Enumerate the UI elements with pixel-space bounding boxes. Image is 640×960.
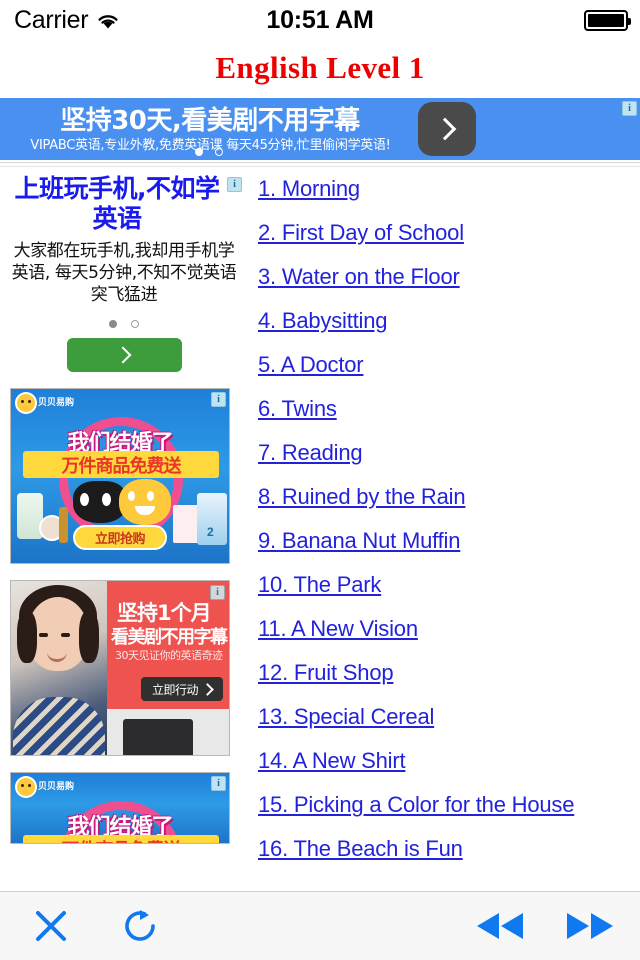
hair-right bbox=[79, 611, 99, 663]
ad-ribbon: 万件商品免费送 bbox=[23, 451, 219, 478]
desk-area bbox=[107, 709, 229, 755]
banner-dots bbox=[0, 148, 418, 156]
lion-mascot-icon bbox=[17, 778, 35, 796]
ad-line-2: 万件商品免费送 bbox=[61, 455, 182, 477]
laptop bbox=[123, 719, 193, 755]
lesson-link-14[interactable]: 14. A New Shirt bbox=[258, 748, 640, 774]
lesson-link-5[interactable]: 5. A Doctor bbox=[258, 352, 640, 378]
product-lipstick bbox=[59, 507, 68, 543]
sidebar-text-ad[interactable]: 上班玩手机,不如学英语 大家都在玩手机,我却用手机学英语, 每天5分钟,不知不觉… bbox=[8, 174, 242, 372]
sidebar-ad-column: 上班玩手机,不如学英语 大家都在玩手机,我却用手机学英语, 每天5分钟,不知不觉… bbox=[0, 168, 248, 844]
adchoices-icon[interactable]: i bbox=[227, 177, 242, 192]
eyes bbox=[39, 633, 48, 637]
text-ad-body: 大家都在玩手机,我却用手机学英语, 每天5分钟,不知不觉英语突飞猛进 bbox=[11, 241, 237, 305]
product-formula-can bbox=[197, 493, 227, 545]
main-content: 上班玩手机,不如学英语 大家都在玩手机,我却用手机学英语, 每天5分钟,不知不觉… bbox=[0, 168, 640, 890]
status-bar-right bbox=[584, 0, 631, 40]
close-icon bbox=[36, 911, 66, 941]
text-ad-dot-1[interactable] bbox=[109, 320, 117, 328]
rewind-icon bbox=[477, 913, 523, 939]
brand-logo: 贝贝易购 bbox=[17, 394, 74, 412]
text-ad-headline: 上班玩手机,不如学英语 bbox=[14, 174, 221, 233]
chevron-right-icon bbox=[201, 682, 214, 696]
chevron-right-icon bbox=[114, 346, 131, 364]
sidebar-image-ad-wedding-clipped[interactable]: 贝贝易购 我们结婚了 万件商品免费送 i bbox=[10, 772, 230, 844]
text-ad-cta-button[interactable] bbox=[66, 338, 182, 372]
ad-cta-label: 立即行动 bbox=[151, 682, 199, 697]
adchoices-icon[interactable]: i bbox=[622, 101, 637, 116]
lesson-link-9[interactable]: 9. Banana Nut Muffin bbox=[258, 528, 640, 554]
lesson-list: 1. Morning 2. First Day of School 3. Wat… bbox=[258, 168, 640, 880]
text-ad-dot-2[interactable] bbox=[131, 320, 139, 328]
banner-dot-2[interactable] bbox=[215, 148, 223, 156]
lesson-link-8[interactable]: 8. Ruined by the Rain bbox=[258, 484, 640, 510]
page-title: English Level 1 bbox=[215, 50, 425, 85]
adchoices-icon[interactable]: i bbox=[210, 585, 225, 600]
lesson-link-11[interactable]: 11. A New Vision bbox=[258, 616, 640, 642]
product-box bbox=[173, 505, 199, 543]
status-bar: Carrier 10:51 AM bbox=[0, 0, 640, 40]
lesson-link-10[interactable]: 10. The Park bbox=[258, 572, 640, 598]
ad-line-2: 看美剧不用字幕 bbox=[111, 627, 228, 648]
banner-dot-1[interactable] bbox=[195, 148, 203, 156]
ad-line-2: 万件商品免费送 bbox=[62, 836, 182, 844]
text-ad-dots bbox=[8, 320, 240, 328]
close-button[interactable] bbox=[14, 892, 88, 960]
chevron-right-icon bbox=[433, 117, 457, 141]
battery-full-icon bbox=[584, 9, 631, 31]
clock-label: 10:51 AM bbox=[266, 5, 374, 34]
bottom-toolbar bbox=[0, 891, 640, 960]
lesson-link-7[interactable]: 7. Reading bbox=[258, 440, 640, 466]
banner-headline: 坚持30天,看美剧不用字幕 bbox=[60, 106, 360, 136]
brand-name: 贝贝易购 bbox=[38, 781, 75, 792]
ad-cta-button[interactable]: 立即行动 bbox=[141, 677, 223, 701]
banner-cta-button[interactable] bbox=[418, 102, 476, 156]
top-banner-ad[interactable]: 坚持30天,看美剧不用字幕 VIPABC英语,专业外教,免费英语课 每天45分钟… bbox=[0, 98, 640, 160]
rewind-button[interactable] bbox=[460, 892, 540, 960]
hair-left bbox=[17, 611, 37, 663]
red-panel: 坚持1个月 看美剧不用字幕 30天见证你的英语奇迹 立即行动 bbox=[107, 581, 229, 709]
lesson-link-13[interactable]: 13. Special Cereal bbox=[258, 704, 640, 730]
lesson-link-1[interactable]: 1. Morning bbox=[258, 176, 640, 202]
model-photo bbox=[11, 581, 107, 755]
sweater bbox=[13, 697, 105, 755]
sidebar-image-ad-english[interactable]: 坚持1个月 看美剧不用字幕 30天见证你的英语奇迹 立即行动 i bbox=[10, 580, 230, 756]
lesson-link-12[interactable]: 12. Fruit Shop bbox=[258, 660, 640, 686]
dog-mascot-icon bbox=[119, 479, 171, 525]
fast-forward-icon bbox=[567, 913, 613, 939]
fast-forward-button[interactable] bbox=[550, 892, 630, 960]
lesson-link-6[interactable]: 6. Twins bbox=[258, 396, 640, 422]
reload-icon bbox=[125, 910, 155, 941]
lesson-link-2[interactable]: 2. First Day of School bbox=[258, 220, 640, 246]
adchoices-icon[interactable]: i bbox=[211, 776, 226, 791]
lesson-link-15[interactable]: 15. Picking a Color for the House bbox=[258, 792, 640, 818]
brand-logo: 贝贝易购 bbox=[17, 778, 74, 796]
lion-mascot-icon bbox=[17, 394, 35, 412]
brand-name: 贝贝易购 bbox=[38, 397, 75, 408]
lesson-link-3[interactable]: 3. Water on the Floor bbox=[258, 264, 640, 290]
ad-line-3: 30天见证你的英语奇迹 bbox=[115, 649, 223, 662]
sidebar-image-ad-wedding[interactable]: 贝贝易购 我们结婚了 万件商品免费送 立即抢购 i bbox=[10, 388, 230, 564]
reload-button[interactable] bbox=[104, 892, 178, 960]
ad-cta-button[interactable]: 立即抢购 bbox=[73, 525, 167, 550]
lesson-link-4[interactable]: 4. Babysitting bbox=[258, 308, 640, 334]
adchoices-icon[interactable]: i bbox=[211, 392, 226, 407]
ad-ribbon: 万件商品免费送 bbox=[23, 835, 219, 844]
lesson-link-16[interactable]: 16. The Beach is Fun bbox=[258, 836, 640, 862]
app-screen: Carrier 10:51 AM English Level 1 坚持30天,看… bbox=[0, 0, 640, 960]
